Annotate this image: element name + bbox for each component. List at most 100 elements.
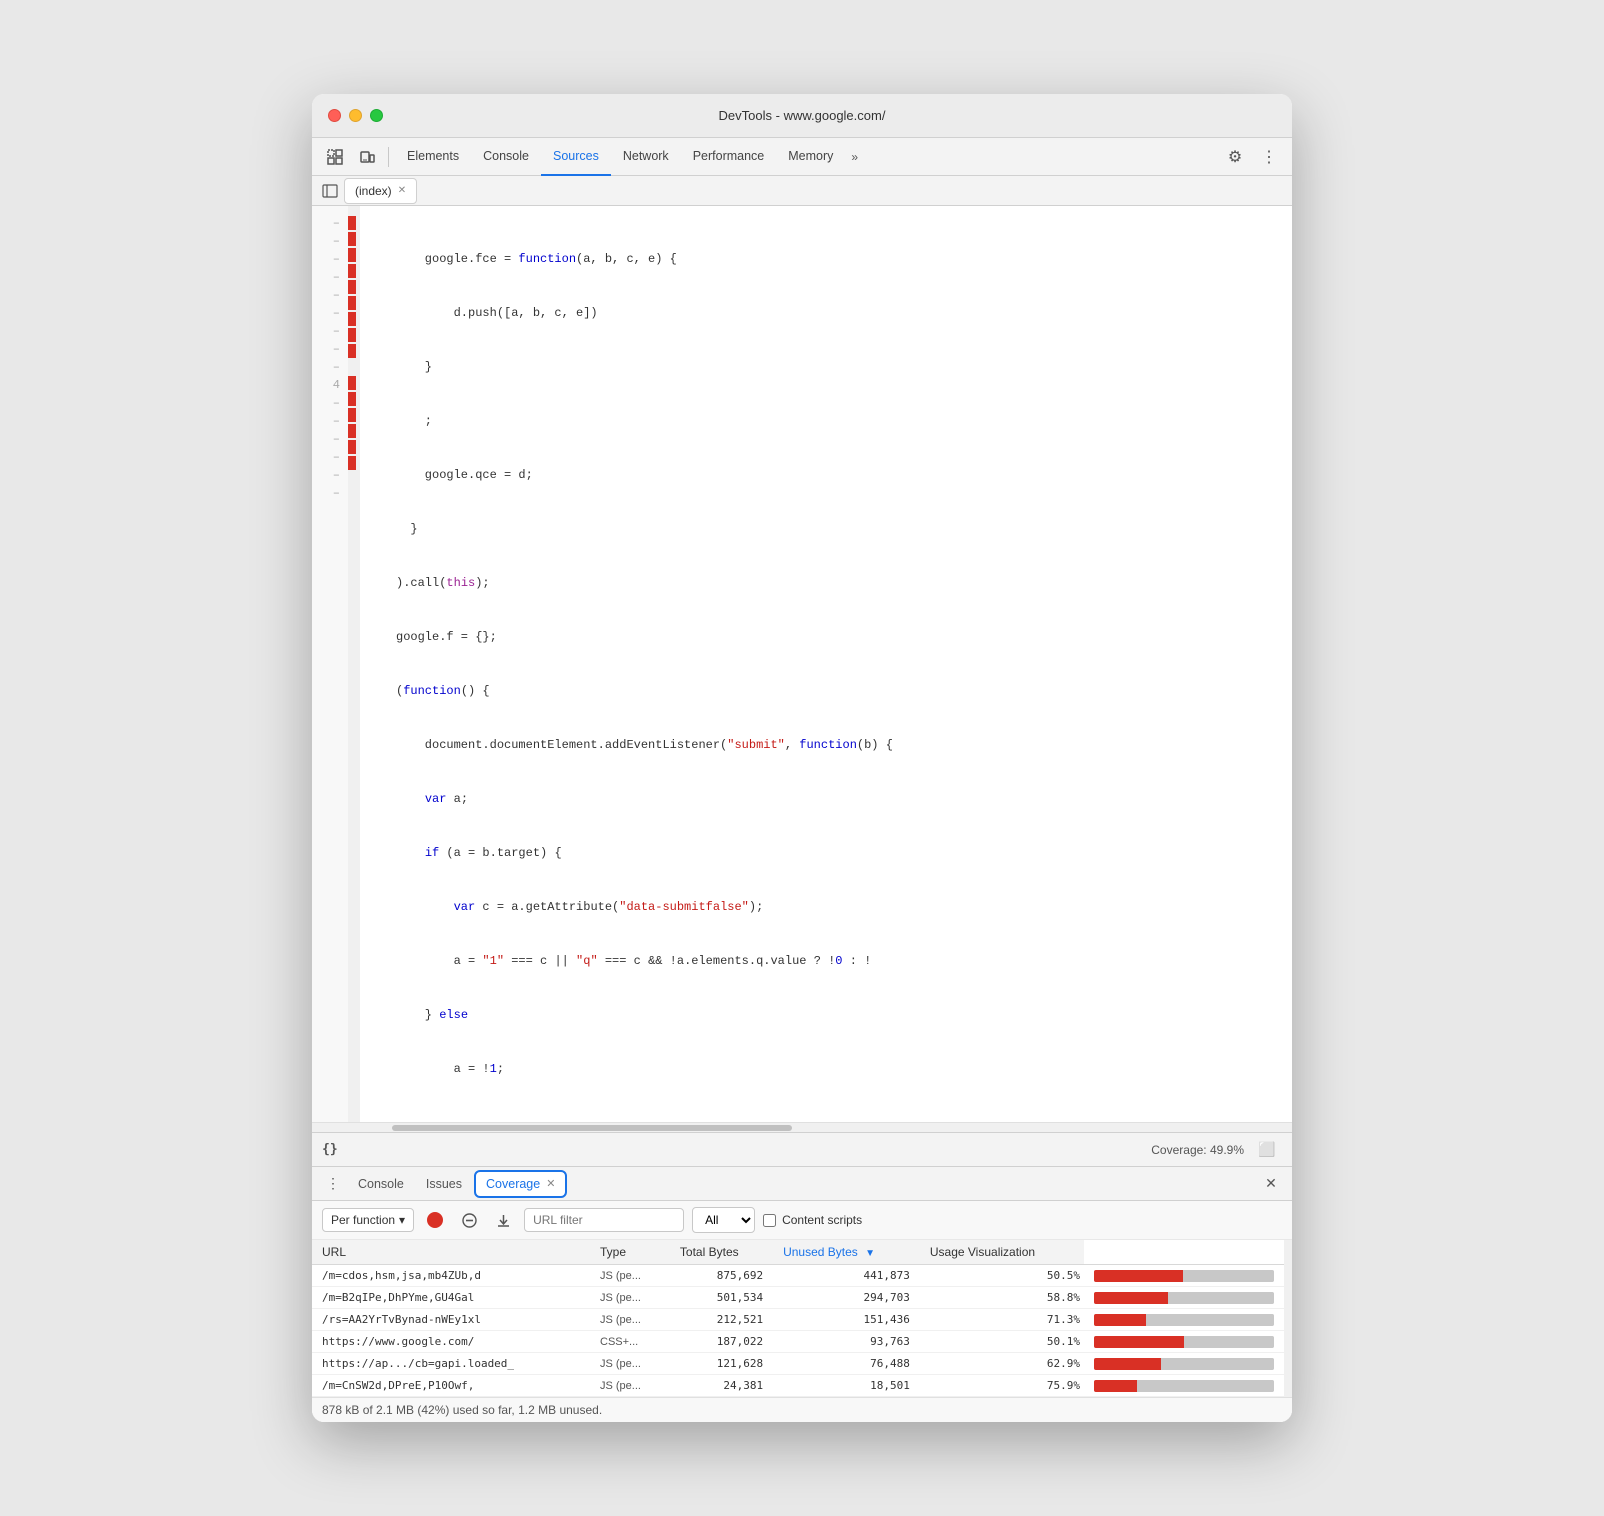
unused-bar [1146,1314,1274,1326]
type-cell: JS (pe... [590,1265,670,1287]
close-button[interactable] [328,109,341,122]
col-url[interactable]: URL [312,1240,590,1265]
unused-bytes-cell: 93,763 [773,1331,920,1353]
url-cell: https://www.google.com/ [312,1331,590,1353]
status-left: {} [322,1142,338,1157]
content-scripts-checkbox[interactable] [763,1214,776,1227]
coverage-table[interactable]: URL Type Total Bytes Unused Bytes ▼ Usag… [312,1240,1284,1397]
url-filter-input[interactable] [524,1208,684,1232]
per-function-chevron-icon: ▾ [399,1213,405,1227]
line-numbers: – – – – – – – – – 4 – – – – – – [312,206,348,1122]
device-toolbar-icon[interactable] [352,142,382,172]
table-row[interactable]: /m=CnSW2d,DPreE,P10Owf, JS (pe... 24,381… [312,1375,1284,1397]
usage-bar [1094,1292,1274,1304]
usage-bar [1094,1358,1274,1370]
tab-coverage-bottom[interactable]: Coverage ✕ [474,1170,567,1198]
url-cell: /m=B2qIPe,DhPYme,GU4Gal [312,1287,590,1309]
usage-bar-cell [1084,1375,1284,1397]
table-row[interactable]: /rs=AA2YrTvBynad-nWEy1xl JS (pe... 212,5… [312,1309,1284,1331]
clear-button[interactable] [456,1207,482,1233]
more-tabs-button[interactable]: » [845,138,864,176]
table-row[interactable]: https://ap.../cb=gapi.loaded_ JS (pe... … [312,1353,1284,1375]
usage-bar-cell [1084,1309,1284,1331]
used-bar [1094,1380,1137,1392]
tab-issues-bottom[interactable]: Issues [416,1170,472,1198]
file-tabbar: (index) ✕ [312,176,1292,206]
download-button[interactable] [490,1207,516,1233]
file-tab-close-icon[interactable]: ✕ [398,185,406,196]
sidebar-toggle-button[interactable] [318,179,342,203]
col-type[interactable]: Type [590,1240,670,1265]
maximize-button[interactable] [370,109,383,122]
total-bytes-cell: 187,022 [670,1331,773,1353]
unused-bytes-cell: 294,703 [773,1287,920,1309]
console-tab-label: Console [358,1177,404,1191]
unused-pct-cell: 58.8% [920,1287,1084,1309]
bottom-statusbar: {} Coverage: 49.9% ⬜ [312,1133,1292,1167]
vertical-scrollbar[interactable] [1284,1240,1292,1397]
footer-text: 878 kB of 2.1 MB (42%) used so far, 1.2 … [322,1403,602,1417]
tab-sources[interactable]: Sources [541,138,611,176]
bottom-close-button[interactable]: ✕ [1258,1171,1284,1197]
unused-bar [1137,1380,1274,1392]
scrollbar-thumb[interactable] [392,1125,792,1131]
unused-bytes-cell: 441,873 [773,1265,920,1287]
screenshot-icon[interactable]: ⬜ [1252,1135,1282,1165]
code-editor: – – – – – – – – – 4 – – – – – – [312,206,1292,1132]
tab-performance[interactable]: Performance [681,138,777,176]
more-options-icon[interactable]: ⋮ [1254,142,1284,172]
table-row[interactable]: https://www.google.com/ CSS+... 187,022 … [312,1331,1284,1353]
code-content[interactable]: google.fce = function(a, b, c, e) { d.pu… [380,206,1292,1122]
coverage-controls: Per function ▾ All [312,1201,1292,1240]
content-scripts-label[interactable]: Content scripts [763,1213,862,1227]
total-bytes-cell: 212,521 [670,1309,773,1331]
filter-select[interactable]: All CSS JS [692,1207,755,1233]
type-cell: CSS+... [590,1331,670,1353]
separator [388,147,389,167]
tab-console[interactable]: Console [471,138,541,176]
table-row[interactable]: /m=B2qIPe,DhPYme,GU4Gal JS (pe... 501,53… [312,1287,1284,1309]
tab-elements[interactable]: Elements [395,138,471,176]
coverage-percentage: Coverage: 49.9% [1151,1143,1244,1157]
devtools-toolbar: Elements Console Sources Network Perform… [312,138,1292,176]
devtools-window: DevTools - www.google.com/ Elements Cons… [312,94,1292,1422]
table-row[interactable]: /m=cdos,hsm,jsa,mb4ZUb,d JS (pe... 875,6… [312,1265,1284,1287]
coverage-tab-close-icon[interactable]: ✕ [546,1177,555,1190]
tab-console-bottom[interactable]: Console [348,1170,414,1198]
used-bar [1094,1314,1146,1326]
used-bar [1094,1336,1184,1348]
per-function-button[interactable]: Per function ▾ [322,1208,414,1232]
coverage-tab-label: Coverage [486,1177,540,1191]
data-table: URL Type Total Bytes Unused Bytes ▼ Usag… [312,1240,1284,1397]
horizontal-scrollbar[interactable] [312,1122,1292,1132]
inspect-element-icon[interactable] [320,142,350,172]
tab-network[interactable]: Network [611,138,681,176]
table-header-row: URL Type Total Bytes Unused Bytes ▼ Usag… [312,1240,1284,1265]
status-right: Coverage: 49.9% ⬜ [1151,1135,1282,1165]
usage-bar [1094,1314,1274,1326]
total-bytes-cell: 501,534 [670,1287,773,1309]
type-cell: JS (pe... [590,1353,670,1375]
record-button[interactable] [422,1207,448,1233]
usage-bar [1094,1270,1274,1282]
col-total-bytes[interactable]: Total Bytes [670,1240,773,1265]
settings-icon[interactable]: ⚙ [1220,142,1250,172]
bottom-menu-button[interactable]: ⋮ [320,1171,346,1197]
usage-bar-cell [1084,1287,1284,1309]
tab-memory[interactable]: Memory [776,138,845,176]
code-scroll[interactable]: – – – – – – – – – 4 – – – – – – [312,206,1292,1122]
toolbar-right: ⚙ ⋮ [1220,142,1284,172]
unused-bytes-cell: 151,436 [773,1309,920,1331]
col-usage-viz[interactable]: Usage Visualization [920,1240,1084,1265]
unused-bar [1161,1358,1274,1370]
unused-bytes-cell: 76,488 [773,1353,920,1375]
nav-tabs: Elements Console Sources Network Perform… [395,138,1218,176]
file-tab-index[interactable]: (index) ✕ [344,178,417,204]
minimize-button[interactable] [349,109,362,122]
sort-arrow-icon: ▼ [865,1248,875,1259]
unused-pct-cell: 62.9% [920,1353,1084,1375]
coverage-table-wrapper: URL Type Total Bytes Unused Bytes ▼ Usag… [312,1240,1292,1397]
url-cell: /m=cdos,hsm,jsa,mb4ZUb,d [312,1265,590,1287]
col-unused-bytes[interactable]: Unused Bytes ▼ [773,1240,920,1265]
url-cell: /m=CnSW2d,DPreE,P10Owf, [312,1375,590,1397]
